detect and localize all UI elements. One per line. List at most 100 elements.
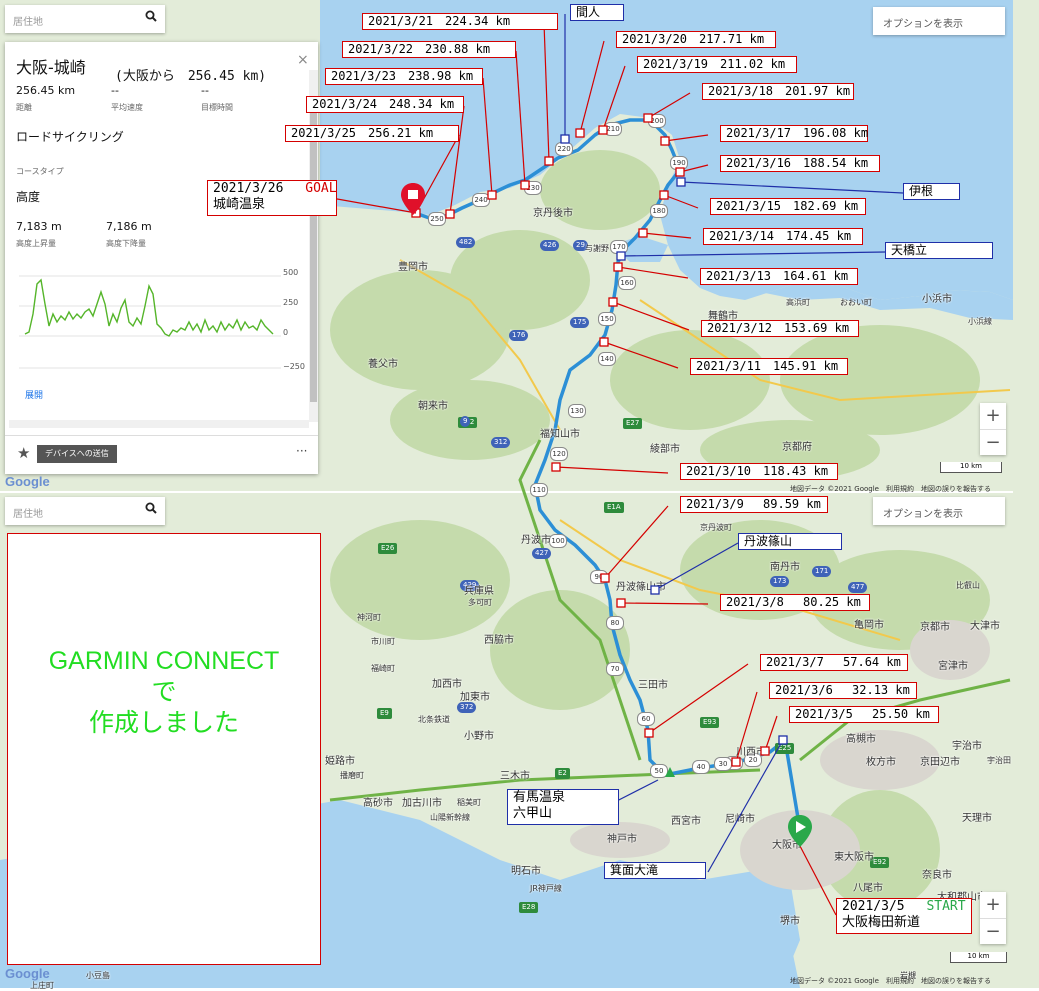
zoom-control-bottom[interactable]: + − bbox=[980, 892, 1006, 944]
waypoint-callout[interactable]: 2021/3/15 182.69 km bbox=[710, 198, 866, 215]
place-label: 大津市 bbox=[970, 621, 1000, 632]
road-badge: E27 bbox=[623, 418, 643, 429]
place-label: 神戸市 bbox=[607, 834, 637, 845]
search-box-bottom[interactable]: 居住地 bbox=[5, 497, 165, 525]
place-label: 市川町 bbox=[371, 637, 395, 646]
waypoint-callout[interactable]: 丹波篠山 bbox=[738, 533, 842, 550]
search-box-top[interactable]: 居住地 bbox=[5, 5, 165, 33]
road-badge: 176 bbox=[509, 330, 529, 341]
waypoint-callout[interactable]: 2021/3/23 238.98 km bbox=[325, 68, 483, 85]
road-badge: E26 bbox=[378, 543, 398, 554]
panel-title-note: (大阪から 256.45 km) bbox=[115, 69, 267, 84]
waypoint-callout[interactable]: 箕面大滝 bbox=[604, 862, 706, 879]
google-logo-bottom: Google bbox=[5, 966, 50, 981]
place-label: 京丹波町 bbox=[700, 523, 732, 532]
goal-pin-icon[interactable] bbox=[401, 183, 425, 215]
zoom-control-top[interactable]: + − bbox=[980, 403, 1006, 455]
waypoint-callout[interactable]: 2021/3/21 224.34 km bbox=[362, 13, 558, 30]
waypoint-callout[interactable]: 2021/3/6 32.13 km bbox=[769, 682, 917, 699]
arima-callout[interactable]: 有馬温泉 六甲山 bbox=[507, 789, 619, 825]
more-options-icon[interactable]: ··· bbox=[296, 444, 307, 458]
place-label: 神河町 bbox=[357, 613, 381, 622]
road-badge: E1A bbox=[604, 502, 624, 513]
elevation-axis-tick: 250 bbox=[283, 298, 299, 307]
waypoint-callout[interactable]: 伊根 bbox=[903, 183, 960, 200]
elevation-value: 7,183 m bbox=[16, 220, 62, 233]
waypoint-callout[interactable]: 2021/3/19 211.02 km bbox=[637, 56, 797, 73]
panel-title: 大阪-城崎 bbox=[16, 58, 86, 77]
waypoint-callout[interactable]: 2021/3/12 153.69 km bbox=[701, 320, 859, 337]
place-label: 小浜線 bbox=[968, 317, 992, 326]
elevation-axis-tick: 500 bbox=[283, 268, 299, 277]
waypoint-callout[interactable]: 2021/3/7 57.64 km bbox=[760, 654, 908, 671]
waypoint-callout[interactable]: 2021/3/14 174.45 km bbox=[703, 228, 863, 245]
waypoint-callout[interactable]: 2021/3/24 248.34 km bbox=[306, 96, 464, 113]
search-icon[interactable] bbox=[145, 10, 157, 22]
km-marker: 140 bbox=[598, 352, 616, 366]
panel-scrollbar-thumb[interactable] bbox=[310, 102, 317, 402]
search-input-bottom[interactable]: 居住地 bbox=[13, 505, 43, 520]
place-label: JR神戸線 bbox=[530, 884, 562, 893]
zoom-out-icon[interactable]: − bbox=[980, 429, 1006, 456]
waypoint-callout[interactable]: 2021/3/22 230.88 km bbox=[342, 41, 516, 58]
start-callout[interactable]: 2021/3/5 START 大阪梅田新道 bbox=[836, 898, 972, 934]
start-pin-icon[interactable] bbox=[788, 815, 812, 847]
waypoint-callout[interactable]: 2021/3/11 145.91 km bbox=[690, 358, 848, 375]
search-input-top[interactable]: 居住地 bbox=[13, 13, 43, 28]
stat-label: 平均速度 bbox=[111, 103, 143, 112]
waypoint-callout[interactable]: 2021/3/9 89.59 km bbox=[680, 496, 828, 513]
waypoint-callout[interactable]: 2021/3/8 80.25 km bbox=[720, 594, 870, 611]
place-label: 小野市 bbox=[464, 731, 494, 742]
options-button-bottom[interactable]: オプションを表示 bbox=[873, 497, 1005, 525]
place-label: 宇治田 bbox=[987, 756, 1011, 765]
place-label: 小豆島 bbox=[86, 971, 110, 980]
elevation-axis-tick: −250 bbox=[283, 362, 305, 371]
road-badge: 175 bbox=[570, 317, 590, 328]
expand-link[interactable]: 展開 bbox=[25, 388, 43, 401]
road-badge: 427 bbox=[532, 548, 552, 559]
waypoint-callout[interactable]: 2021/3/17 196.08 km bbox=[720, 125, 868, 142]
panel-divider bbox=[5, 435, 318, 436]
place-label: 稲美町 bbox=[457, 798, 481, 807]
waypoint-callout[interactable]: 2021/3/25 256.21 km bbox=[285, 125, 459, 142]
options-button-top[interactable]: オプションを表示 bbox=[873, 7, 1005, 35]
km-marker: 130 bbox=[568, 404, 586, 418]
zoom-in-icon[interactable]: + bbox=[980, 403, 1006, 429]
road-badge: 173 bbox=[770, 576, 790, 587]
waypoint-callout[interactable]: 2021/3/16 188.54 km bbox=[720, 155, 880, 172]
goal-callout[interactable]: 2021/3/26 GOAL 城崎温泉 bbox=[207, 180, 337, 216]
star-icon[interactable]: ★ bbox=[17, 444, 30, 462]
zoom-out-icon[interactable]: − bbox=[980, 918, 1006, 945]
goal-date: 2021/3/26 bbox=[213, 181, 284, 196]
panel-hscroll[interactable] bbox=[9, 420, 309, 428]
close-icon[interactable]: × bbox=[297, 52, 309, 68]
map-footer-top: 地図データ ©2021 Google 利用規約 地図の誤りを報告する bbox=[790, 485, 991, 493]
elevation-profile-chart[interactable] bbox=[19, 264, 289, 374]
send-to-device-button[interactable]: デバイスへの送信 bbox=[37, 445, 117, 463]
waypoint-callout[interactable]: 2021/3/10 118.43 km bbox=[680, 463, 838, 480]
place-label: 福崎町 bbox=[371, 664, 395, 673]
search-icon[interactable] bbox=[145, 502, 157, 514]
start-date: 2021/3/5 bbox=[842, 899, 905, 914]
zoom-in-icon[interactable]: + bbox=[980, 892, 1006, 918]
road-badge: E93 bbox=[700, 717, 720, 728]
elevation-axis-tick: 0 bbox=[283, 328, 289, 337]
place-label: 兵庫県 bbox=[464, 586, 494, 597]
waypoint-callout[interactable]: 2021/3/18 201.97 km bbox=[702, 83, 854, 100]
waypoint-callout[interactable]: 2021/3/5 25.50 km bbox=[789, 706, 939, 723]
place-label: 亀岡市 bbox=[854, 620, 884, 631]
km-marker: 120 bbox=[550, 447, 568, 461]
place-label: 三田市 bbox=[638, 680, 668, 691]
place-label: 丹波篠山市 bbox=[616, 582, 666, 593]
km-marker: 110 bbox=[530, 483, 548, 497]
waypoint-callout[interactable]: 2021/3/13 164.61 km bbox=[700, 268, 858, 285]
km-marker: 30 bbox=[714, 757, 732, 771]
place-label: 宮津市 bbox=[938, 661, 968, 672]
scale-bar-top: 10 km bbox=[940, 462, 1002, 473]
place-label: 加西市 bbox=[432, 679, 462, 690]
waypoint-callout[interactable]: 天橋立 bbox=[885, 242, 993, 259]
waypoint-callout[interactable]: 2021/3/20 217.71 km bbox=[616, 31, 776, 48]
road-badge: 312 bbox=[491, 437, 511, 448]
waypoint-callout[interactable]: 間人 bbox=[570, 4, 624, 21]
place-label: 高砂市 bbox=[363, 798, 393, 809]
